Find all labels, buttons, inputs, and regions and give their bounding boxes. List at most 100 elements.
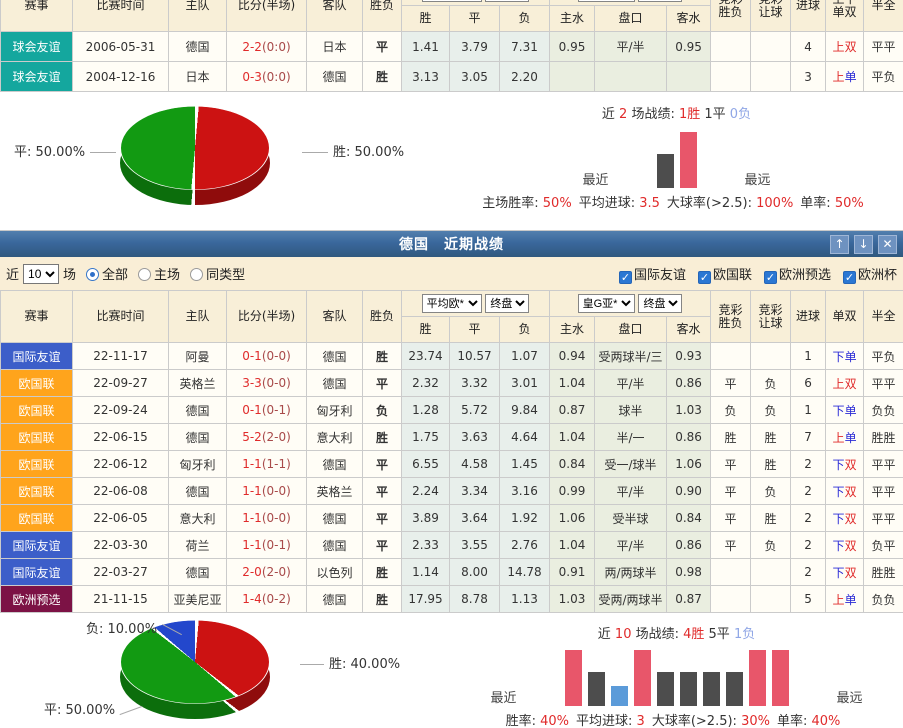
cell-odds-win: 23.74 [402,343,450,370]
col-away: 客队 [307,0,363,32]
cell-away-water: 0.84 [667,505,711,532]
cell-goals: 2 [791,505,826,532]
odds-stage-select[interactable]: 终盘 [485,0,529,2]
recent-matches-table: 赛事比赛时间主队比分(半场)客队胜负平均欧* 终盘皇G亚* 终盘竞彩胜负竞彩让球… [0,290,903,613]
checkbox-欧洲杯[interactable]: ✓ [843,271,856,284]
cell-away-team: 德国 [307,370,363,397]
cell-handicap: 半/一 [595,424,667,451]
cell-away-team: 德国 [307,343,363,370]
odds-select-group: 平均欧* 终盘 [402,291,550,317]
cell-odd-even: 上单 [826,424,864,451]
stat-value: 40% [540,714,569,728]
close-button[interactable]: ✕ [878,235,897,254]
cell-jc-handicap: 胜 [751,424,791,451]
stats-line: 胜率: 40%平均进球: 3大球率(>2.5): 30%单率: 40% [506,710,848,728]
cell-home-team: 匈牙利 [169,451,227,478]
trend-bar-胜 [749,650,766,706]
col-draw: 平 [450,6,500,32]
stat-label: 平均进球: [579,196,640,211]
cell-home-water: 1.04 [550,532,595,559]
stat-value: 40% [811,714,840,728]
asian-stage-select[interactable]: 终盘 [638,0,682,2]
cell-score: 0-1(0-0) [227,343,307,370]
cell-score: 1-4(0-2) [227,586,307,613]
checkbox-欧国联[interactable]: ✓ [698,271,711,284]
h2h-summary: 平: 50.00%胜: 50.00% 近 2 场战绩: 1胜 1平 0负 最近 … [0,93,903,230]
cell-jc-handicap: 负 [751,397,791,424]
col-home: 主队 [169,0,227,32]
h2h-trend-panel: 近 2 场战绩: 1胜 1平 0负 最近 最远 主场胜率: 50%平均进球: 3… [450,93,903,230]
cell-away-water [667,62,711,92]
trend-bar-平 [657,154,674,188]
asian-source-select[interactable]: 皇G亚* [578,0,635,2]
table-row: 国际友谊22-03-30荷兰1-1(0-1)德国平2.333.552.761.0… [1,532,903,559]
cell-result: 负 [363,397,402,424]
stat-value: 100% [756,196,793,211]
cell-half-full: 胜胜 [864,559,903,586]
cell-jc-result [711,62,751,92]
cell-home-team: 德国 [169,478,227,505]
radio-主场[interactable] [138,268,151,281]
col-jc-handicap: 竞彩让球 [751,0,791,32]
table-row: 欧国联22-09-24德国0-1(0-1)匈牙利负1.285.729.840.8… [1,397,903,424]
h2h-table: 赛事比赛时间主队比分(半场)客队胜负平均欧* 终盘皇G亚* 终盘竞彩胜负竞彩让球… [0,0,903,92]
cell-odd-even: 下双 [826,505,864,532]
cell-league: 国际友谊 [1,559,73,586]
cell-home-water: 0.94 [550,343,595,370]
col-league: 赛事 [1,0,73,32]
cell-goals: 6 [791,370,826,397]
match-count-select[interactable]: 10 [23,264,59,284]
checkbox-欧洲预选[interactable]: ✓ [764,271,777,284]
cell-result: 平 [363,451,402,478]
cell-odds-draw: 3.63 [450,424,500,451]
cell-odd-even: 上单 [826,586,864,613]
move-down-button[interactable]: ↓ [854,235,873,254]
checkbox-国际友谊[interactable]: ✓ [619,271,632,284]
cell-odds-draw: 10.57 [450,343,500,370]
cell-result: 胜 [363,586,402,613]
cell-result: 胜 [363,559,402,586]
cell-home-team: 英格兰 [169,370,227,397]
cell-away-team: 意大利 [307,424,363,451]
odds-source-select[interactable]: 平均欧* [422,294,482,313]
col-goals: 进球 [791,0,826,32]
asian-source-select[interactable]: 皇G亚* [578,294,635,313]
cell-odds-lose: 3.16 [500,478,550,505]
cell-jc-result: 负 [711,397,751,424]
cell-home-water: 1.03 [550,586,595,613]
cell-odds-draw: 3.34 [450,478,500,505]
filter-bar: 近 10 场 全部主场同类型 ✓国际友谊✓欧国联✓欧洲预选✓欧洲杯 [0,257,903,290]
col-jc-result: 竞彩胜负 [711,0,751,32]
cell-league: 欧国联 [1,451,73,478]
asian-stage-select[interactable]: 终盘 [638,294,682,313]
cell-away-water: 1.06 [667,451,711,478]
cell-half-full: 胜胜 [864,424,903,451]
cell-jc-result [711,586,751,613]
col-score: 比分(半场) [227,0,307,32]
odds-stage-select[interactable]: 终盘 [485,294,529,313]
cell-result: 胜 [363,424,402,451]
odds-source-select[interactable]: 平均欧* [422,0,482,2]
cell-odds-win: 1.28 [402,397,450,424]
pie-label: 胜: 40.00% [300,653,400,672]
radio-label: 全部 [102,268,128,283]
cell-match-time: 22-06-05 [73,505,169,532]
col-odd-even: 上下单双 [826,0,864,32]
cell-score: 1-1(0-0) [227,478,307,505]
cell-jc-handicap [751,32,791,62]
cell-goals: 2 [791,532,826,559]
radio-全部[interactable] [86,268,99,281]
cell-jc-handicap [751,62,791,92]
checkbox-label: 欧洲杯 [858,268,897,283]
radio-同类型[interactable] [190,268,203,281]
move-up-button[interactable]: ↑ [830,235,849,254]
cell-goals: 1 [791,343,826,370]
cell-odds-draw: 3.05 [450,62,500,92]
cell-half-full: 平负 [864,62,903,92]
col-result: 胜负 [363,0,402,32]
cell-result: 平 [363,32,402,62]
cell-league: 球会友谊 [1,32,73,62]
stat-label: 大球率(>2.5): [667,196,756,211]
cell-jc-result: 平 [711,451,751,478]
cell-home-team: 德国 [169,397,227,424]
